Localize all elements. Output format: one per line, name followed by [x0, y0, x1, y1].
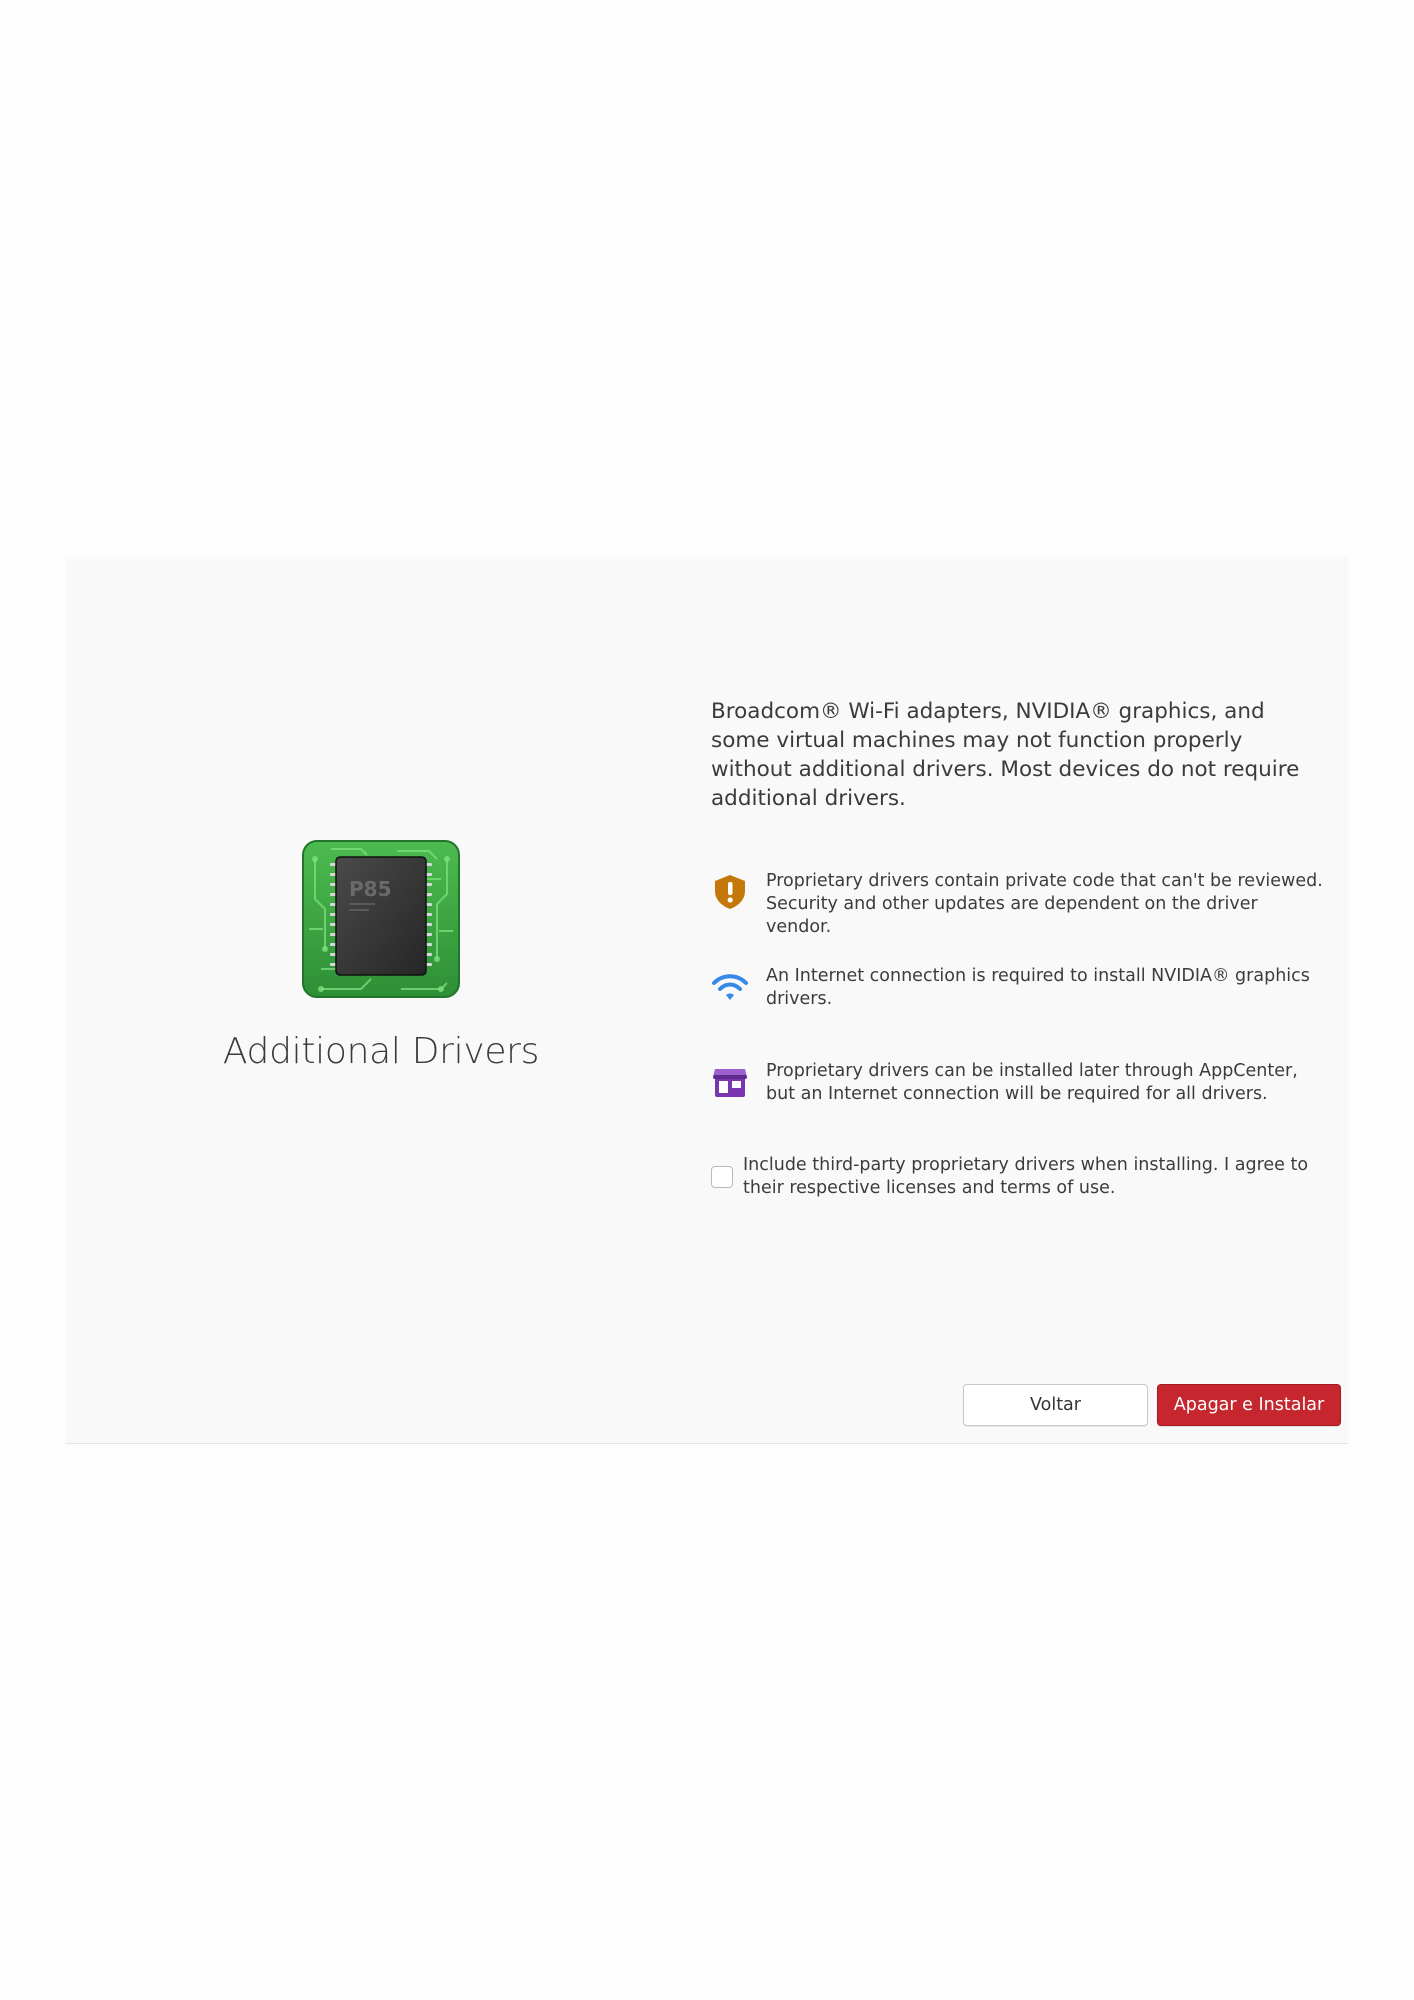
include-drivers-checkbox[interactable]	[711, 1166, 733, 1188]
appcenter-icon	[713, 1069, 747, 1097]
internet-note: An Internet connection is required to in…	[711, 965, 1341, 1011]
shield-warning-icon	[715, 875, 745, 909]
chip-label: P85	[349, 877, 392, 901]
back-button[interactable]: Voltar	[963, 1384, 1148, 1426]
include-drivers-label[interactable]: Include third-party proprietary drivers …	[743, 1154, 1341, 1200]
installer-window: P85 Additional Drivers Broadcom® Wi-Fi a…	[66, 557, 1348, 1444]
security-note: Proprietary drivers contain private code…	[711, 870, 1341, 939]
consent-row[interactable]: Include third-party proprietary drivers …	[711, 1154, 1341, 1200]
appcenter-note-text: Proprietary drivers can be installed lat…	[766, 1061, 1298, 1104]
intro-text: Broadcom® Wi-Fi adapters, NVIDIA® graphi…	[711, 699, 1300, 811]
appcenter-note: Proprietary drivers can be installed lat…	[711, 1060, 1341, 1106]
internet-note-text: An Internet connection is required to in…	[766, 966, 1310, 1009]
right-pane: Broadcom® Wi-Fi adapters, NVIDIA® graphi…	[711, 697, 1341, 1198]
wifi-icon	[712, 974, 748, 1000]
security-note-text: Proprietary drivers contain private code…	[766, 871, 1323, 937]
erase-and-install-button[interactable]: Apagar e Instalar	[1157, 1384, 1341, 1426]
page-title: Additional Drivers	[222, 1031, 540, 1072]
memory-chip-icon: P85	[302, 840, 460, 998]
left-pane: P85 Additional Drivers	[66, 557, 696, 1443]
